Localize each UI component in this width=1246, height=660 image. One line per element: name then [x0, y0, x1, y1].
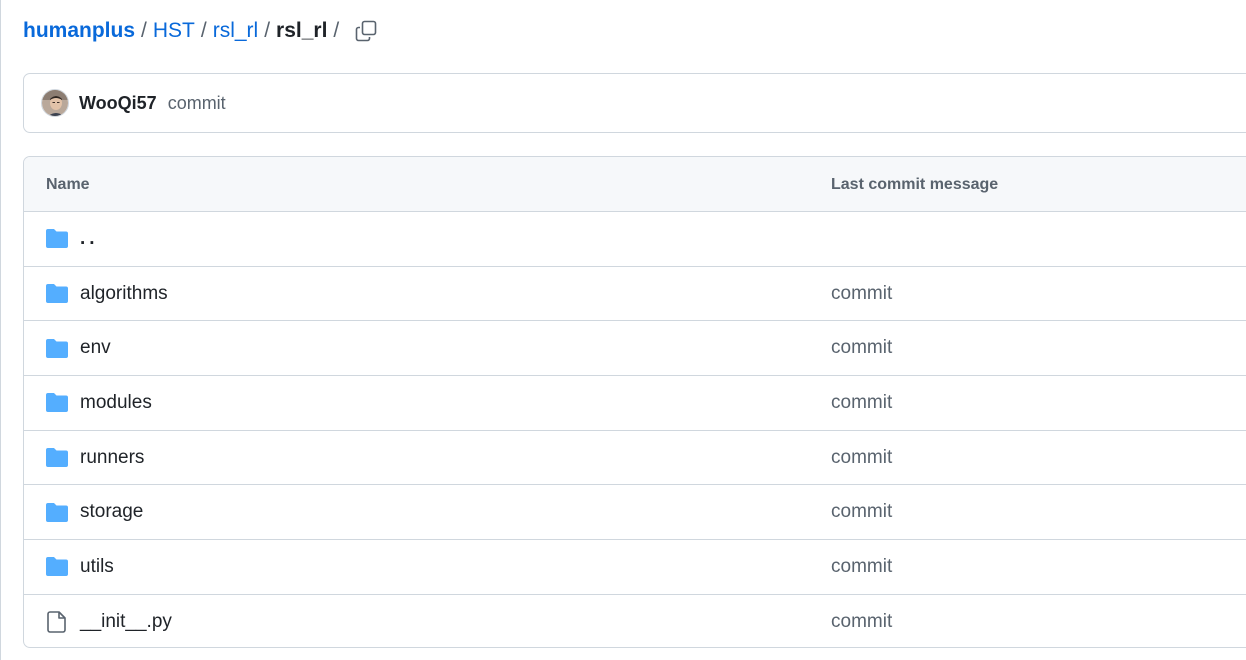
- commit-message-link[interactable]: commit: [831, 595, 892, 647]
- table-header: Name Last commit message: [24, 157, 1246, 212]
- folder-icon: [45, 501, 68, 523]
- breadcrumb-separator: /: [333, 19, 340, 42]
- table-row[interactable]: algorithms commit: [24, 267, 1246, 322]
- table-row[interactable]: env commit: [24, 321, 1246, 377]
- table-row[interactable]: utils commit: [24, 540, 1246, 595]
- column-header-last-commit-message: Last commit message: [831, 176, 999, 193]
- file-name-link[interactable]: runners: [80, 431, 144, 485]
- file-name-link[interactable]: __init__.py: [80, 595, 172, 647]
- file-name-link[interactable]: algorithms: [80, 267, 168, 321]
- folder-icon: [45, 556, 68, 578]
- commit-message-link[interactable]: commit: [831, 376, 892, 430]
- commit-author-link[interactable]: WooQi57: [79, 93, 157, 114]
- breadcrumb-separator: /: [200, 19, 207, 42]
- commit-message-link[interactable]: commit: [831, 540, 892, 594]
- table-row[interactable]: modules commit: [24, 376, 1246, 431]
- file-name-link[interactable]: env: [80, 321, 111, 375]
- commit-message-link[interactable]: commit: [831, 485, 892, 539]
- breadcrumb-link-hst[interactable]: HST: [153, 19, 195, 43]
- breadcrumb-separator: /: [141, 19, 147, 42]
- file-icon: [45, 611, 68, 633]
- breadcrumb: humanplus / HST / rsl_rl / rsl_rl /: [23, 14, 381, 48]
- table-row[interactable]: __init__.py commit: [24, 595, 1246, 647]
- folder-icon: [45, 337, 68, 359]
- folder-icon: [45, 392, 68, 414]
- file-table: Name Last commit message .. algorithms c…: [23, 156, 1246, 648]
- commit-message-link[interactable]: commit: [168, 93, 226, 114]
- commit-message-link[interactable]: commit: [831, 321, 892, 375]
- table-row-parent-directory[interactable]: ..: [24, 212, 1246, 267]
- file-name-link[interactable]: modules: [80, 376, 152, 430]
- copy-icon: [355, 20, 377, 42]
- folder-icon: [45, 447, 68, 469]
- column-header-name: Name: [46, 176, 90, 193]
- breadcrumb-separator: /: [264, 19, 271, 42]
- latest-commit-bar: WooQi57 commit: [23, 73, 1246, 133]
- page-left-border: [0, 0, 1, 660]
- table-row[interactable]: runners commit: [24, 431, 1246, 486]
- file-name-link[interactable]: utils: [80, 540, 114, 594]
- commit-message-link[interactable]: commit: [831, 431, 892, 485]
- folder-icon: [45, 283, 68, 305]
- avatar-image: [42, 90, 68, 116]
- copy-path-button[interactable]: [351, 16, 381, 46]
- breadcrumb-current: rsl_rl: [276, 19, 328, 42]
- parent-directory-link[interactable]: ..: [80, 212, 99, 266]
- folder-icon: [45, 228, 68, 250]
- commit-message-link[interactable]: commit: [831, 267, 892, 321]
- table-row[interactable]: storage commit: [24, 485, 1246, 541]
- file-name-link[interactable]: storage: [80, 485, 143, 539]
- avatar[interactable]: [41, 89, 69, 117]
- breadcrumb-owner-link[interactable]: humanplus: [23, 19, 135, 43]
- breadcrumb-link-rsl-rl[interactable]: rsl_rl: [213, 19, 259, 43]
